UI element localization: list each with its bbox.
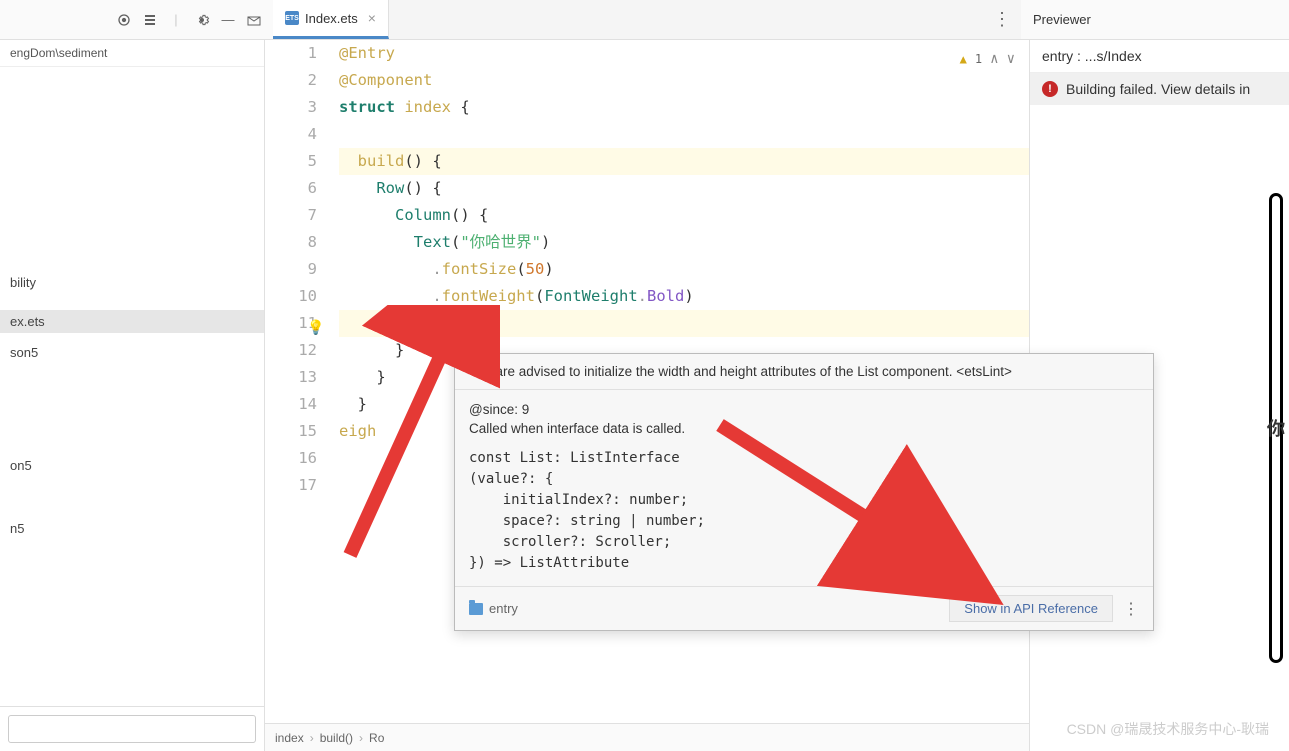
tree-item[interactable]: bility bbox=[0, 271, 264, 294]
code-line[interactable]: Text("你哈世界") bbox=[339, 229, 1029, 256]
code-line[interactable] bbox=[339, 121, 1029, 148]
code-line[interactable]: List() bbox=[339, 310, 1029, 337]
breadcrumb-item[interactable]: Ro bbox=[369, 731, 384, 745]
code-line[interactable]: Column() { bbox=[339, 202, 1029, 229]
line-number: 5 bbox=[265, 148, 317, 175]
tooltip-since: @since: 9 bbox=[469, 402, 1139, 417]
next-warning-icon[interactable]: ∨ bbox=[1007, 46, 1015, 73]
tree-item[interactable]: n5 bbox=[0, 517, 264, 540]
tree-item[interactable]: ex.ets bbox=[0, 310, 264, 333]
preview-text: 你 bbox=[1267, 415, 1285, 441]
code-line[interactable]: struct index { bbox=[339, 94, 1029, 121]
editor-tab[interactable]: ETS Index.ets × bbox=[273, 0, 389, 39]
gear-icon[interactable] bbox=[193, 11, 211, 29]
tab-label: Index.ets bbox=[305, 11, 358, 26]
collapse-icon[interactable]: — bbox=[219, 11, 237, 29]
line-number: 1 bbox=[265, 40, 317, 67]
ets-file-icon: ETS bbox=[285, 11, 299, 25]
prev-warning-icon[interactable]: ∧ bbox=[990, 46, 998, 73]
breadcrumb-item[interactable]: index bbox=[275, 731, 304, 745]
close-icon[interactable]: × bbox=[368, 10, 376, 26]
target-icon[interactable] bbox=[115, 11, 133, 29]
line-number: 2 bbox=[265, 67, 317, 94]
code-line[interactable]: @Component bbox=[339, 67, 1029, 94]
tooltip-desc: Called when interface data is called. bbox=[469, 421, 1139, 436]
line-number: 10 bbox=[265, 283, 317, 310]
sidebar-path: engDom\sediment bbox=[0, 40, 264, 67]
line-number: 4 bbox=[265, 121, 317, 148]
code-line[interactable]: .fontSize(50) bbox=[339, 256, 1029, 283]
more-options-icon[interactable]: ⋮ bbox=[1123, 599, 1139, 619]
code-line[interactable]: Row() { bbox=[339, 175, 1029, 202]
warning-count: 1 bbox=[975, 46, 982, 73]
warning-icon: ▲ bbox=[960, 46, 967, 73]
search-input[interactable] bbox=[8, 715, 256, 743]
line-number: 14 bbox=[265, 391, 317, 418]
expand-icon[interactable] bbox=[141, 11, 159, 29]
breadcrumb-item[interactable]: build() bbox=[320, 731, 353, 745]
line-number: 13 bbox=[265, 364, 317, 391]
preview-device: 你 bbox=[1269, 193, 1283, 663]
line-number: 7 bbox=[265, 202, 317, 229]
tree-item[interactable]: son5 bbox=[0, 341, 264, 364]
folder-icon bbox=[469, 603, 483, 615]
divider-icon: | bbox=[167, 11, 185, 29]
line-number: 9 bbox=[265, 256, 317, 283]
error-text: Building failed. View details in bbox=[1066, 81, 1250, 97]
more-icon[interactable]: ⋮ bbox=[993, 9, 1011, 30]
tooltip-module: entry bbox=[489, 601, 518, 616]
hide-icon[interactable] bbox=[245, 11, 263, 29]
line-number: 8 bbox=[265, 229, 317, 256]
previewer-entry: entry : ...s/Index bbox=[1030, 40, 1289, 73]
previewer-title: Previewer bbox=[1021, 12, 1281, 27]
chevron-right-icon: › bbox=[359, 731, 363, 745]
tooltip-header: You are advised to initialize the width … bbox=[455, 354, 1153, 390]
tooltip-code: const List: ListInterface (value?: { ini… bbox=[469, 448, 1139, 574]
previewer-error[interactable]: ! Building failed. View details in bbox=[1030, 73, 1289, 105]
api-reference-button[interactable]: Show in API Reference bbox=[949, 595, 1113, 622]
watermark: CSDN @瑞晟技术服务中心-耿瑞 bbox=[1067, 719, 1269, 739]
lightbulb-icon[interactable]: 💡 bbox=[307, 315, 324, 342]
line-number: 16 bbox=[265, 445, 317, 472]
code-line[interactable]: build() { bbox=[339, 148, 1029, 175]
tree-item[interactable]: on5 bbox=[0, 454, 264, 477]
code-line[interactable]: @Entry bbox=[339, 40, 1029, 67]
line-number: 17 bbox=[265, 472, 317, 499]
line-number: 15 bbox=[265, 418, 317, 445]
line-number: 6 bbox=[265, 175, 317, 202]
chevron-right-icon: › bbox=[310, 731, 314, 745]
code-line[interactable]: .fontWeight(FontWeight.Bold) bbox=[339, 283, 1029, 310]
line-number: 3 bbox=[265, 94, 317, 121]
error-icon: ! bbox=[1042, 81, 1058, 97]
